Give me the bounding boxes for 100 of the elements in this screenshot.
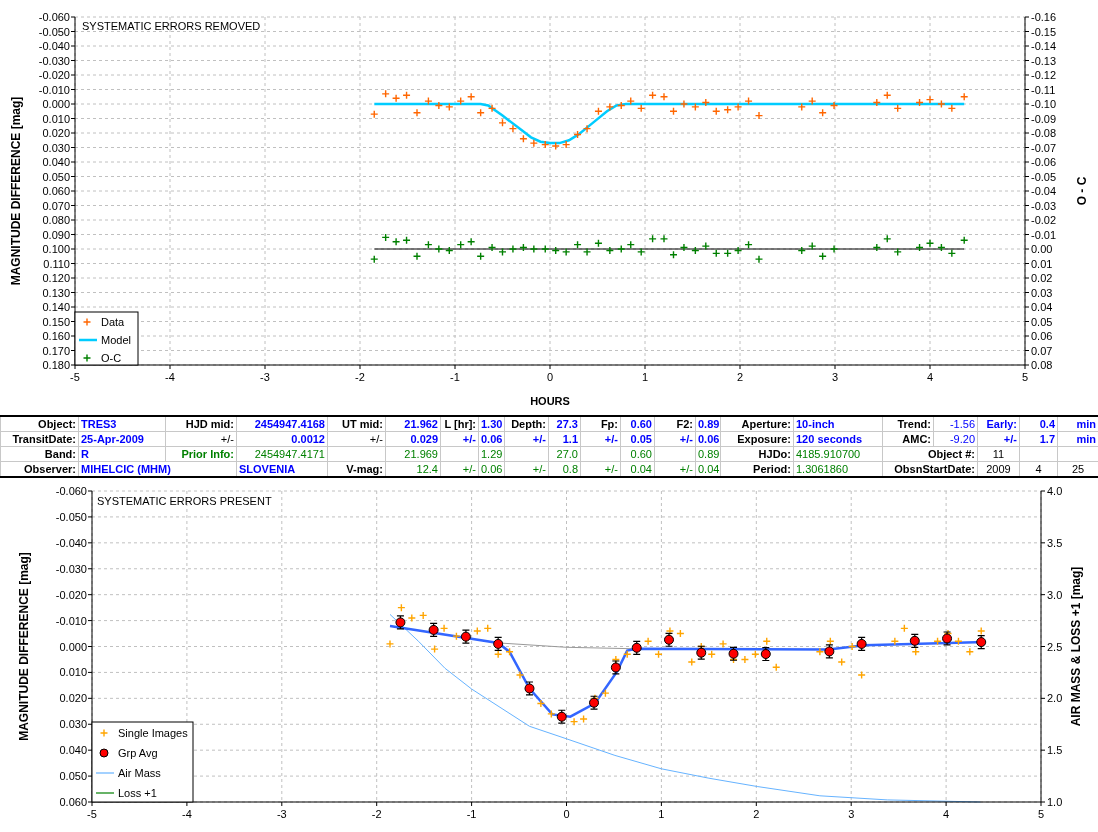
legend-label: Air Mass	[118, 767, 161, 779]
table-cell: 0.60	[620, 416, 655, 432]
axis-tick-label: 3.5	[1047, 536, 1063, 549]
axis-tick-label: -0.16	[1031, 11, 1057, 23]
axis-tick-label: -2	[371, 808, 382, 820]
field-label: UT mid:	[327, 416, 386, 432]
axis-tick-label: 0.060	[42, 185, 70, 197]
axis-tick-label: 1.0	[1047, 796, 1063, 808]
field-label: Exposure:	[720, 431, 794, 447]
axis-tick-label: 0.050	[59, 770, 87, 783]
table-cell: R	[78, 446, 166, 462]
axis-tick-label: 0.02	[1031, 272, 1053, 284]
table-cell: +/-	[327, 431, 386, 447]
field-label: Object:	[0, 416, 79, 432]
table-cell: +/-	[654, 431, 696, 447]
table-cell: 0.89	[695, 446, 721, 462]
field-label: Prior Info:	[165, 446, 237, 462]
axis-tick-label: -0.060	[38, 11, 70, 23]
axis-tick-label: -2	[355, 371, 365, 383]
table-cell: 27.0	[548, 446, 581, 462]
axis-tick-label: -5	[70, 371, 80, 383]
table-cell: 25-Apr-2009	[78, 431, 166, 447]
field-label: Fp:	[580, 416, 621, 432]
field-label: Trend:	[882, 416, 934, 432]
axis-tick-label: 2	[753, 808, 760, 820]
axis-tick-label: 0.04	[1031, 301, 1053, 313]
field-label: Object #:	[882, 446, 978, 462]
axis-tick-label: 4	[943, 808, 950, 820]
table-cell: 21.962	[385, 416, 441, 432]
table-cell: +/-	[977, 431, 1020, 447]
table-cell: +/-	[580, 431, 621, 447]
axis-tick-label: 4	[926, 371, 934, 383]
table-cell: 2454947.4171	[236, 446, 328, 462]
field-label: HJD mid:	[165, 416, 237, 432]
table-cell: 0.89	[695, 416, 721, 432]
axis-tick-label: -0.050	[55, 510, 87, 523]
axis-tick-label: 0.050	[42, 170, 70, 183]
axis-tick-label: 4.0	[1047, 485, 1063, 497]
axis-tick-label: -0.030	[38, 54, 70, 67]
table-cell: 0.04	[695, 461, 721, 477]
table-cell: 1.30	[478, 416, 505, 432]
field-label: AMC:	[882, 431, 934, 447]
axis-tick-label: -0.10	[1031, 98, 1057, 110]
axis-tick-label: -0.07	[1031, 141, 1057, 154]
axis-tick-label: 0.06	[1031, 330, 1053, 342]
axis-tick-label: 0.040	[59, 744, 87, 757]
axis-tick-label: -0.020	[55, 588, 87, 601]
axis-tick-label: -3	[260, 371, 270, 383]
table-cell: 10-inch	[793, 416, 883, 432]
table-cell: 0.60	[620, 446, 655, 462]
axis-tick-label: -1	[466, 808, 477, 820]
axis-tick-label: 0.090	[42, 228, 70, 241]
axis-tick-label: 0.120	[42, 272, 70, 284]
axis-tick-label: -0.11	[1031, 83, 1056, 96]
axis-tick-label: 0.020	[59, 692, 87, 705]
field-label: Depth:	[504, 416, 549, 432]
legend-label: Loss +1	[118, 787, 157, 799]
axis-tick-label: 2	[736, 371, 744, 383]
table-cell: +/-	[504, 431, 549, 447]
axis-tick-label: 0.080	[42, 214, 70, 226]
axis-tick-label: 0.000	[59, 640, 87, 653]
axis-tick-label: -0.02	[1031, 214, 1057, 226]
axis-tick-label: -0.010	[55, 614, 87, 627]
table-cell: -9.20	[933, 431, 978, 447]
axis-tick-label: 0.030	[59, 718, 87, 731]
field-label: Observer:	[0, 461, 79, 477]
axis-tick-label: 0.05	[1031, 315, 1053, 328]
axis-tick-label: -0.060	[55, 485, 87, 497]
axis-tick-label: 0.00	[1031, 243, 1053, 255]
axis-tick-label: -3	[276, 808, 287, 820]
table-cell: +/-	[440, 431, 479, 447]
axis-tick-label: -0.12	[1031, 69, 1057, 81]
axis-tick-label: -0.08	[1031, 127, 1057, 139]
field-label: TransitDate:	[0, 431, 79, 447]
axis-tick-label: -0.020	[38, 69, 70, 81]
table-cell: 21.969	[385, 446, 441, 462]
table-cell: TRES3	[78, 416, 166, 432]
axis-tick-label: 0.070	[42, 199, 70, 212]
axis-tick-label: -4	[182, 808, 192, 820]
axis-tick-label: 1	[641, 371, 649, 383]
axis-tick-label: 1	[658, 808, 665, 820]
axis-tick-label: 0.010	[59, 666, 87, 679]
table-cell: +/-	[165, 431, 237, 447]
axis-title: O - C	[1075, 176, 1089, 206]
axis-tick-label: -5	[87, 808, 97, 820]
chart-title: SYSTEMATIC ERRORS PRESENT	[97, 495, 272, 507]
table-cell: 11	[977, 446, 1020, 462]
table-cell: MIHELCIC (MHM)	[78, 461, 237, 477]
axis-tick-label: 0.08	[1031, 359, 1053, 371]
axis-tick-label: -0.030	[55, 562, 87, 575]
axis-tick-label: 5	[1021, 371, 1029, 383]
axis-tick-label: -0.04	[1031, 185, 1057, 197]
legend-label: Single Images	[118, 727, 188, 739]
table-cell: 1.29	[478, 446, 505, 462]
axis-tick-label: -0.09	[1031, 112, 1057, 125]
axis-tick-label: 0.170	[42, 344, 70, 357]
axis-tick-label: -0.14	[1031, 40, 1057, 52]
axis-title: HOURS	[530, 395, 570, 407]
axis-tick-label: 0.060	[59, 796, 87, 808]
axis-tick-label: -0.15	[1031, 25, 1057, 38]
